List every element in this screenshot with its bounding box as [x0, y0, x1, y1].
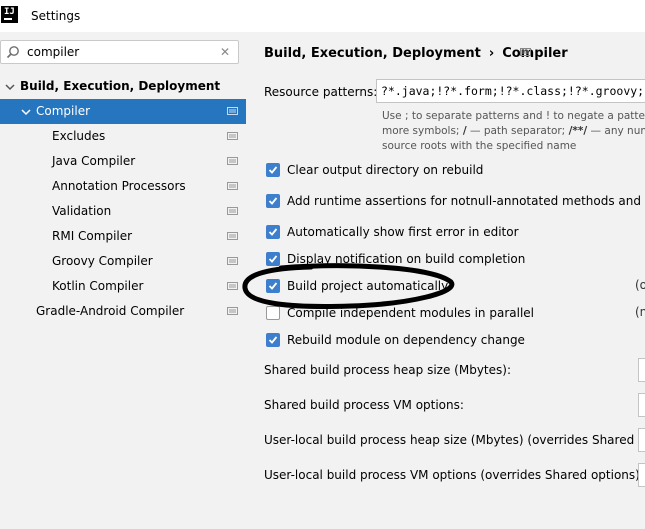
checkbox[interactable]: [266, 333, 280, 347]
checkbox[interactable]: [266, 225, 280, 239]
project-scope-icon: [227, 257, 238, 265]
shared-heap-size-input[interactable]: [638, 358, 645, 382]
checkmark-icon: [268, 228, 278, 236]
tree-item-label: Build, Execution, Deployment: [20, 79, 221, 93]
settings-sidebar: ✕ Build, Execution, Deployment Compiler …: [0, 32, 246, 529]
user-local-vm-options-input[interactable]: [638, 463, 645, 487]
tree-item-gradle-android-compiler[interactable]: Gradle-Android Compiler: [0, 299, 246, 324]
option-label: Clear output directory on rebuild: [287, 163, 484, 177]
shared-heap-size-label: Shared build process heap size (Mbytes):: [264, 363, 511, 377]
shared-vm-options-label: Shared build process VM options:: [264, 398, 464, 412]
tree-item-label: Java Compiler: [52, 154, 136, 168]
tree-item-compiler[interactable]: Compiler: [0, 99, 246, 124]
option-note: (o: [635, 278, 645, 292]
project-scope-icon: [227, 282, 238, 290]
tree-item-groovy-compiler[interactable]: Groovy Compiler: [0, 249, 246, 274]
checkmark-icon: [268, 336, 278, 344]
tree-item-label: Groovy Compiler: [52, 254, 153, 268]
option-label: Automatically show first error in editor: [287, 225, 519, 239]
checkmark-icon: [268, 255, 278, 263]
tree-item-rmi-compiler[interactable]: RMI Compiler: [0, 224, 246, 249]
tree-item-label: RMI Compiler: [52, 229, 133, 243]
tree-item-annotation-processors[interactable]: Annotation Processors: [0, 174, 246, 199]
option-label: Display notification on build completion: [287, 252, 526, 266]
checkbox[interactable]: [266, 306, 280, 320]
user-local-vm-options-label: User-local build process VM options (ove…: [264, 468, 644, 482]
tree-item-label: Excludes: [52, 129, 106, 143]
tree-item-label: Compiler: [36, 104, 91, 118]
checkbox[interactable]: [266, 252, 280, 266]
resource-patterns-label: Resource patterns:: [264, 85, 378, 99]
resource-patterns-input[interactable]: ?*.java;!?*.form;!?*.class;!?*.groovy;!?…: [376, 79, 645, 103]
settings-content: Build, Execution, Deployment › Compiler Re…: [246, 32, 645, 529]
breadcrumb-current: Compiler: [502, 46, 568, 61]
tree-item-java-compiler[interactable]: Java Compiler: [0, 149, 246, 174]
project-scope-icon: [227, 182, 238, 190]
expand-arrow-icon[interactable]: [21, 107, 31, 117]
project-scope-icon: [227, 307, 238, 315]
project-scope-icon: [227, 207, 238, 215]
breadcrumb-parent[interactable]: Build, Execution, Deployment: [264, 46, 481, 61]
option-label: Add runtime assertions for notnull-annot…: [287, 194, 645, 208]
title-bar: IJ Settings: [0, 0, 645, 32]
tree-item-excludes[interactable]: Excludes: [0, 124, 246, 149]
clear-icon[interactable]: ✕: [220, 45, 230, 59]
option-label: Build project automatically: [287, 279, 449, 293]
expand-arrow-icon[interactable]: [5, 82, 15, 92]
project-scope-icon: [227, 232, 238, 240]
app-logo-icon: IJ: [1, 6, 18, 23]
window-title: Settings: [31, 9, 81, 23]
tree-item-label: Kotlin Compiler: [52, 279, 144, 293]
project-scope-icon: [227, 157, 238, 165]
checkbox[interactable]: [266, 163, 280, 177]
option-note: (n: [635, 305, 645, 319]
checkmark-icon: [268, 166, 278, 174]
search-icon: [6, 46, 19, 59]
tree-item-label: Validation: [52, 204, 112, 218]
shared-vm-options-input[interactable]: [638, 393, 645, 417]
breadcrumb-separator: ›: [488, 46, 495, 61]
tree-item-label: Gradle-Android Compiler: [36, 304, 185, 318]
tree-item-validation[interactable]: Validation: [0, 199, 246, 224]
user-local-heap-size-label: User-local build process heap size (Mbyt…: [264, 433, 645, 447]
checkmark-icon: [268, 282, 278, 290]
checkmark-icon: [268, 197, 278, 205]
search-box[interactable]: ✕: [0, 40, 239, 64]
tree-item-kotlin-compiler[interactable]: Kotlin Compiler: [0, 274, 246, 299]
user-local-heap-size-input[interactable]: [638, 428, 645, 452]
tree-item-label: Annotation Processors: [52, 179, 186, 193]
option-label: Compile independent modules in parallel: [287, 306, 534, 320]
project-scope-icon: [227, 107, 238, 115]
resource-patterns-hint: Use ; to separate patterns and ! to nega…: [382, 110, 645, 152]
option-label: Rebuild module on dependency change: [287, 333, 525, 347]
search-input[interactable]: [27, 44, 212, 60]
tree-item-build-execution-deployment[interactable]: Build, Execution, Deployment: [0, 74, 246, 99]
checkbox[interactable]: [266, 279, 280, 293]
checkbox[interactable]: [266, 194, 280, 208]
project-scope-icon: [227, 132, 238, 140]
project-scope-icon: [520, 48, 531, 56]
